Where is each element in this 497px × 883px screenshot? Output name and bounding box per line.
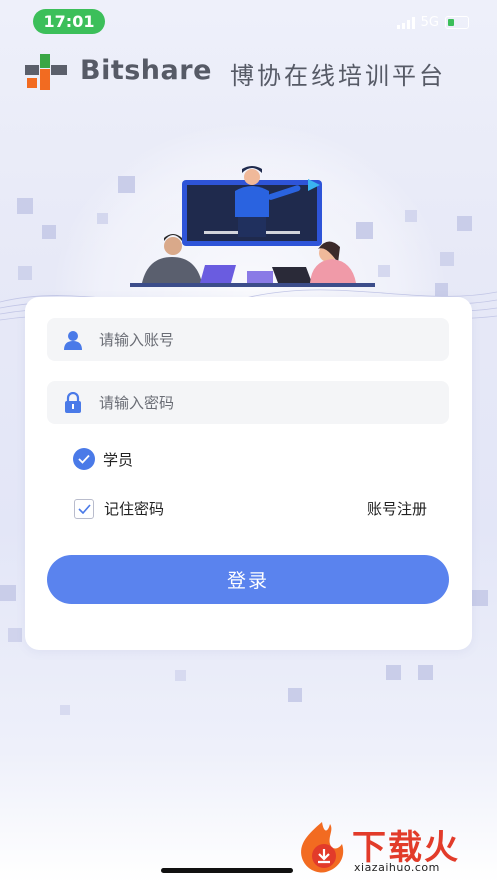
logo-mark-icon — [25, 54, 67, 90]
password-input[interactable] — [97, 392, 431, 413]
lock-icon — [62, 392, 84, 414]
watermark-url: xiazaihuo.com — [354, 861, 440, 874]
check-icon — [78, 454, 90, 464]
login-button[interactable]: 登录 — [47, 555, 449, 604]
account-field[interactable] — [47, 318, 449, 361]
radio-selected-icon[interactable] — [73, 448, 95, 470]
battery-icon — [445, 16, 469, 29]
signal-icon — [396, 16, 415, 29]
status-indicators: 5G — [396, 15, 469, 30]
login-card: 学员 记住密码 账号注册 登录 — [25, 297, 472, 650]
remember-checkbox[interactable] — [74, 498, 94, 519]
brand-subtitle: 博协在线培训平台 — [230, 62, 446, 90]
account-input[interactable] — [97, 329, 431, 350]
home-indicator — [161, 868, 293, 873]
role-label: 学员 — [103, 450, 134, 469]
password-field[interactable] — [47, 381, 449, 424]
register-link[interactable]: 账号注册 — [367, 498, 427, 519]
check-icon — [77, 503, 91, 514]
online-training-illustration — [130, 166, 375, 287]
user-icon — [62, 329, 84, 351]
remember-label: 记住密码 — [104, 500, 165, 518]
role-option-student[interactable]: 学员 — [73, 448, 133, 470]
brand-name: Bitshare — [80, 55, 212, 86]
watermark-badge: 下载火 xiazaihuo.com — [294, 818, 491, 876]
download-flame-icon — [301, 822, 344, 873]
remember-password-option[interactable]: 记住密码 — [74, 498, 164, 519]
status-time: 17:01 — [33, 9, 105, 34]
network-label: 5G — [420, 15, 439, 30]
